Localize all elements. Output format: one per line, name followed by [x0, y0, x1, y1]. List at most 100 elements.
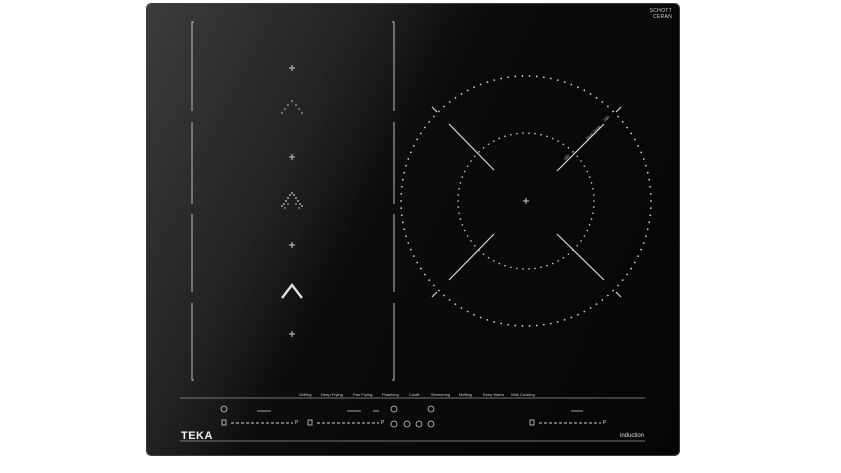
ring-dot — [473, 244, 476, 247]
ring-dot — [493, 320, 496, 323]
ring-dot — [633, 261, 636, 264]
ring-dot — [487, 143, 490, 146]
ring-dot — [433, 115, 435, 118]
ring-dot — [572, 151, 574, 153]
ring-dot — [595, 96, 598, 99]
ring-dot — [412, 255, 415, 258]
ring-dot — [592, 188, 594, 190]
ring-dot — [562, 256, 565, 259]
mode-deep-frying[interactable]: Deep Frying — [321, 392, 343, 397]
ring-dot — [401, 221, 404, 224]
ring-dot — [437, 110, 440, 113]
ring-dot — [570, 83, 573, 86]
ring-dot — [514, 75, 517, 78]
ring-dot — [621, 120, 624, 123]
mode-grilling[interactable]: Grilling — [299, 392, 311, 397]
ring-dot — [645, 235, 647, 238]
flex-zone-outline — [191, 21, 395, 381]
mode-confit[interactable]: Confit — [409, 392, 419, 397]
ring-dot — [650, 200, 652, 202]
ring-dot — [461, 224, 464, 226]
ring-dot — [592, 206, 595, 208]
battery-icon — [427, 420, 435, 428]
ring-dot — [646, 228, 649, 231]
ring-dot — [617, 284, 619, 287]
slider-end-label: P — [381, 420, 385, 426]
slider-end-label: P — [295, 420, 299, 426]
ring-dot — [570, 316, 573, 319]
ring-dot — [403, 171, 406, 174]
ring-dot — [457, 194, 460, 196]
ring-dot — [637, 144, 640, 147]
ring-dot — [482, 147, 485, 149]
ring-dot — [401, 178, 404, 181]
ring-dot — [586, 170, 589, 173]
ring-dot — [470, 240, 472, 242]
ring-dot — [583, 310, 586, 313]
ring-dot — [528, 132, 530, 134]
ring-dot — [478, 151, 480, 153]
ring-dot — [540, 266, 542, 269]
ring-dot — [580, 160, 582, 162]
ring-dot — [416, 138, 419, 141]
control-row — [220, 405, 583, 428]
induction-hob: SCHOTT CERAN Dual Zone 280 180 Grilling … — [147, 4, 679, 455]
ring-dot — [590, 218, 593, 220]
ring-dot — [595, 303, 598, 306]
ring-dot — [557, 260, 560, 262]
ring-dot — [479, 83, 482, 86]
zone-select-icon — [529, 419, 535, 426]
ring-dot — [563, 318, 566, 321]
ring-dot — [507, 323, 510, 326]
mode-keep-warm[interactable]: Keep Warm — [483, 392, 504, 397]
ring-dot — [457, 206, 460, 208]
ring-dot — [443, 105, 446, 108]
ring-dot — [457, 200, 459, 202]
ring-dot — [487, 256, 490, 259]
mode-pan-frying[interactable]: Pan Frying — [353, 392, 372, 397]
ring-dot — [510, 266, 512, 269]
ring-dot — [454, 96, 457, 99]
mode-wok-cooking[interactable]: Wok Cooking — [511, 392, 535, 397]
mode-poaching[interactable]: Poaching — [382, 392, 399, 397]
lock-icon — [427, 405, 435, 413]
mode-melting[interactable]: Melting — [459, 392, 472, 397]
ring-dot — [542, 76, 545, 79]
ring-dot — [428, 279, 431, 282]
ring-dot — [522, 132, 524, 134]
ring-dot — [466, 89, 469, 92]
ring-dot — [593, 200, 595, 202]
ring-dot — [535, 75, 538, 78]
power-icon — [220, 405, 228, 413]
ring-dot — [504, 135, 506, 138]
ring-dot — [592, 194, 595, 196]
ring-dot — [621, 279, 624, 282]
ring-dot — [423, 126, 426, 129]
ring-dot — [583, 235, 586, 237]
ring-dot — [626, 273, 629, 276]
mode-simmering[interactable]: Simmering — [431, 392, 450, 397]
ring-dot — [576, 244, 579, 247]
ring-dot — [549, 322, 552, 325]
ring-dot — [588, 176, 591, 178]
ring-dot — [448, 101, 451, 103]
ring-dot — [633, 138, 636, 141]
plus-icon — [289, 242, 295, 248]
ring-dot — [466, 310, 469, 313]
ring-dot — [498, 137, 501, 140]
ring-dot — [590, 182, 593, 184]
ring-dot — [588, 224, 591, 226]
ring-dot — [460, 307, 463, 309]
timer-icon — [390, 405, 398, 413]
ring-dot — [407, 158, 410, 160]
ring-dot — [405, 164, 407, 167]
ring-dot — [500, 77, 503, 80]
chevron-up-icon-dense — [281, 192, 303, 209]
ring-dot — [473, 86, 475, 89]
glass-brand-line2: CERAN — [652, 14, 672, 20]
ring-dot — [534, 267, 536, 270]
ring-dot — [542, 323, 545, 326]
ring-dot — [412, 144, 415, 147]
chevron-up-icon-solid — [281, 283, 303, 299]
ring-dot — [648, 221, 651, 224]
